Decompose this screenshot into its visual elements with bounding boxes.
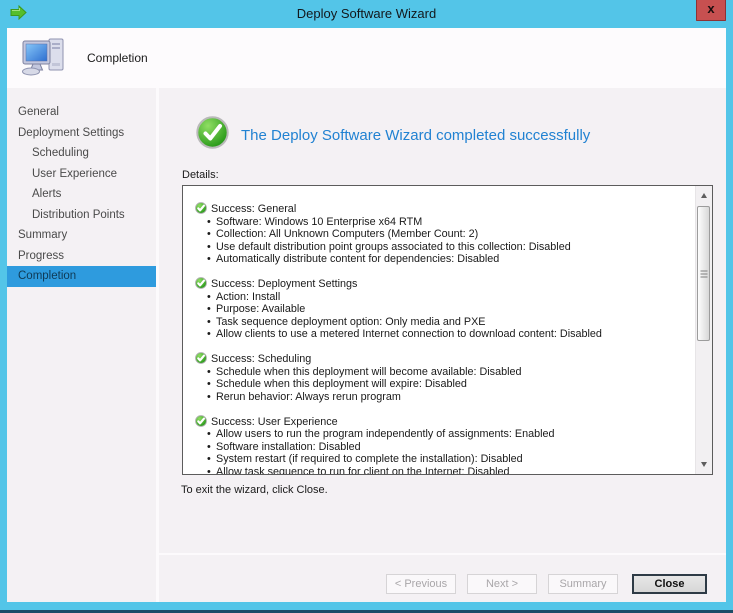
success-check-icon — [195, 202, 207, 214]
scroll-down-icon[interactable] — [696, 456, 712, 473]
close-wizard-button[interactable]: Close — [632, 574, 707, 594]
detail-item: •Use default distribution point groups a… — [195, 241, 682, 254]
sidebar-item-user-experience[interactable]: User Experience — [7, 164, 156, 185]
sidebar-item-deployment-settings[interactable]: Deployment Settings — [7, 123, 156, 144]
computer-icon — [21, 36, 67, 81]
section-heading: Success: Deployment Settings — [211, 278, 357, 291]
completion-page: The Deploy Software Wizard completed suc… — [159, 88, 726, 553]
sidebar-nav: GeneralDeployment SettingsSchedulingUser… — [7, 88, 156, 602]
section-heading: Success: Scheduling — [211, 353, 311, 366]
details-scrollbar[interactable] — [695, 186, 712, 474]
button-bar: < Previous Next > Summary Close — [159, 555, 726, 602]
sidebar-item-alerts[interactable]: Alerts — [7, 184, 156, 205]
details-box[interactable]: Success: General•Software: Windows 10 En… — [182, 185, 713, 475]
success-check-icon — [195, 352, 207, 364]
detail-item: •Software installation: Disabled — [195, 441, 682, 454]
sidebar-item-summary[interactable]: Summary — [7, 225, 156, 246]
sidebar-item-completion[interactable]: Completion — [7, 266, 156, 287]
summary-button[interactable]: Summary — [548, 574, 618, 594]
window-frame: Completion GeneralDeployment SettingsSch… — [0, 28, 733, 602]
close-icon: x — [707, 2, 714, 15]
detail-item: •Allow task sequence to run for client o… — [195, 466, 682, 476]
section-heading: Success: User Experience — [211, 416, 338, 429]
sidebar-item-distribution-points[interactable]: Distribution Points — [7, 205, 156, 226]
titlebar[interactable]: Deploy Software Wizard x — [0, 0, 733, 28]
success-check-icon — [195, 415, 207, 427]
detail-item: •Allow users to run the program independ… — [195, 428, 682, 441]
details-section-success-deployment-settings: Success: Deployment Settings•Action: Ins… — [195, 278, 682, 341]
detail-item: •Automatically distribute content for de… — [195, 253, 682, 266]
success-icon — [196, 116, 229, 154]
details-section-success-general: Success: General•Software: Windows 10 En… — [195, 203, 682, 266]
sidebar-item-scheduling[interactable]: Scheduling — [7, 143, 156, 164]
sidebar-item-general[interactable]: General — [7, 102, 156, 123]
scroll-up-icon[interactable] — [696, 187, 712, 204]
page-title: Completion — [87, 51, 148, 65]
detail-item: •System restart (if required to complete… — [195, 453, 682, 466]
deploy-software-wizard-window: Deploy Software Wizard x — [0, 0, 733, 613]
wizard-header: Completion — [7, 28, 726, 88]
status-row: The Deploy Software Wizard completed suc… — [196, 116, 726, 154]
details-section-success-user-experience: Success: User Experience•Allow users to … — [195, 416, 682, 476]
scrollbar-grip-icon — [700, 270, 707, 277]
next-button[interactable]: Next > — [467, 574, 537, 594]
details-label: Details: — [182, 169, 726, 181]
detail-item: •Allow clients to use a metered Internet… — [195, 328, 682, 341]
exit-note: To exit the wizard, click Close. — [181, 484, 726, 496]
detail-item: •Action: Install — [195, 291, 682, 304]
detail-item: •Task sequence deployment option: Only m… — [195, 316, 682, 329]
detail-item: •Schedule when this deployment will beco… — [195, 366, 682, 379]
detail-item: •Software: Windows 10 Enterprise x64 RTM — [195, 216, 682, 229]
scroll-thumb[interactable] — [697, 206, 710, 341]
window-title: Deploy Software Wizard — [0, 6, 733, 21]
sidebar-item-progress[interactable]: Progress — [7, 246, 156, 267]
details-section-success-scheduling: Success: Scheduling•Schedule when this d… — [195, 353, 682, 403]
section-heading: Success: General — [211, 203, 296, 216]
detail-item: •Schedule when this deployment will expi… — [195, 378, 682, 391]
close-button[interactable]: x — [696, 0, 726, 21]
details-content: Success: General•Software: Windows 10 En… — [183, 186, 712, 475]
detail-item: •Collection: All Unknown Computers (Memb… — [195, 228, 682, 241]
detail-item: •Rerun behavior: Always rerun program — [195, 391, 682, 404]
status-message: The Deploy Software Wizard completed suc… — [241, 127, 590, 144]
detail-item: •Purpose: Available — [195, 303, 682, 316]
previous-button[interactable]: < Previous — [386, 574, 456, 594]
success-check-icon — [195, 277, 207, 289]
